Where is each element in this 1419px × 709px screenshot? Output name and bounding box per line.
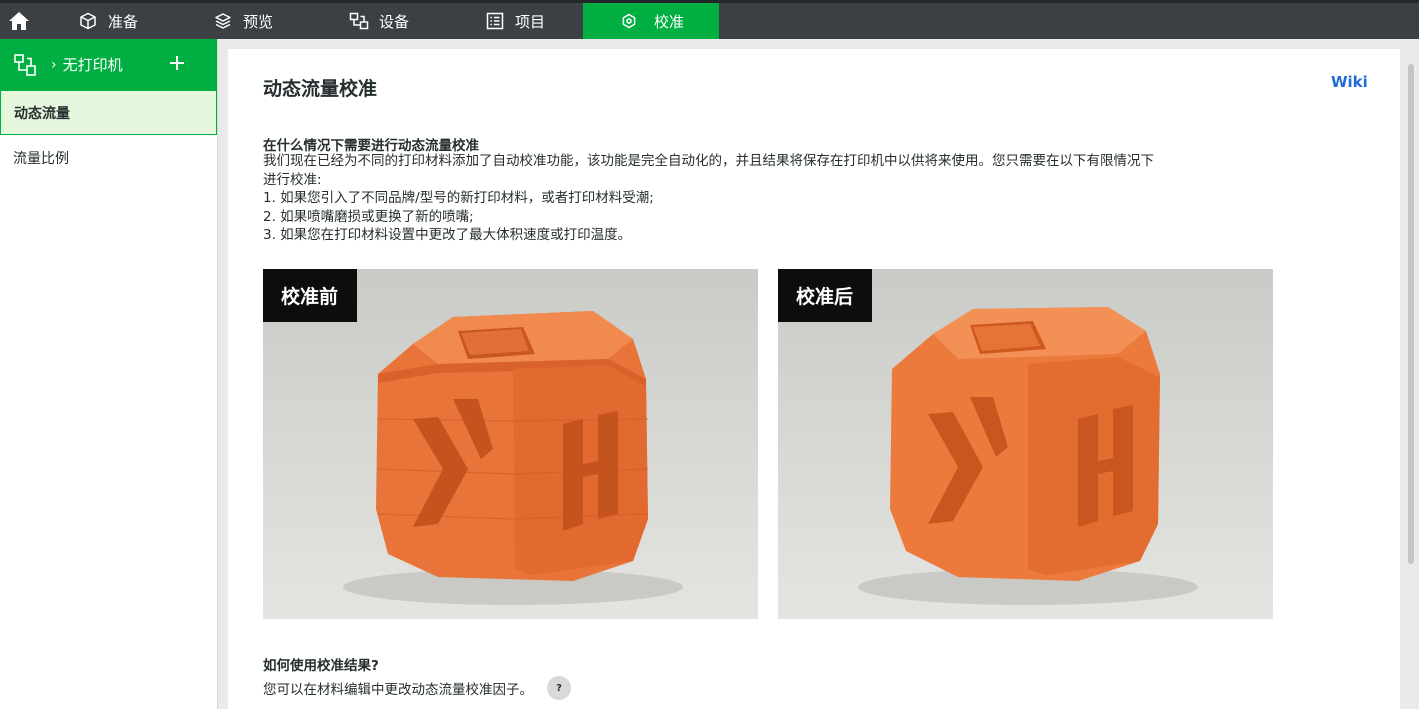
- printer-label: 无打印机: [62, 56, 123, 74]
- tab-device-label: 设备: [379, 12, 410, 31]
- description-line: 3. 如果您在打印材料设置中更改了最大体积速度或打印温度。: [263, 227, 632, 243]
- tab-project[interactable]: 项目: [484, 3, 545, 39]
- scrollbar[interactable]: [1406, 39, 1419, 709]
- page-title: 动态流量校准: [263, 78, 378, 100]
- scrollbar-thumb[interactable]: [1408, 64, 1414, 564]
- photo-after-calibration: 校准后: [778, 269, 1273, 619]
- tab-prepare[interactable]: 准备: [77, 3, 138, 39]
- photo-before-label: 校准前: [263, 269, 358, 322]
- project-icon: [484, 10, 506, 32]
- sidebar-item-flow-ratio[interactable]: 流量比例: [0, 135, 217, 180]
- tab-preview-label: 预览: [243, 12, 274, 31]
- when-description: 我们现在已经为不同的打印材料添加了自动校准功能，该功能是完全自动化的，并且结果将…: [263, 152, 1263, 245]
- add-printer-button[interactable]: [166, 52, 188, 74]
- home-button[interactable]: [0, 3, 38, 39]
- sidebar-item-label: 动态流量: [14, 105, 70, 122]
- main-content: 动态流量校准 Wiki 在什么情况下需要进行动态流量校准 我们现在已经为不同的打…: [228, 49, 1400, 709]
- tab-project-label: 项目: [515, 12, 546, 31]
- how-description: 您可以在材料编辑中更改动态流量校准因子。 ?: [263, 676, 571, 700]
- description-line: 1. 如果您引入了不同品牌/型号的新打印材料，或者打印材料受潮;: [263, 190, 654, 206]
- photo-after-label: 校准后: [778, 269, 873, 322]
- description-line: 进行校准:: [263, 171, 322, 188]
- chevron-right-icon: ›: [51, 56, 57, 73]
- tab-device[interactable]: 设备: [348, 3, 409, 39]
- tab-calibration-label: 校准: [653, 12, 684, 31]
- layers-icon: [212, 10, 234, 32]
- tab-preview[interactable]: 预览: [212, 3, 273, 39]
- photo-before-calibration: 校准前: [263, 269, 758, 619]
- device-icon: [348, 10, 370, 32]
- calibration-sidebar: › 无打印机 动态流量 流量比例: [0, 39, 218, 709]
- sidebar-item-label: 流量比例: [13, 150, 69, 167]
- when-heading: 在什么情况下需要进行动态流量校准: [263, 138, 479, 154]
- help-button[interactable]: ?: [547, 676, 571, 700]
- top-navigation-bar: 准备 预览 设备 项目 校准: [0, 0, 1419, 39]
- cube-icon: [77, 10, 99, 32]
- how-text: 您可以在材料编辑中更改动态流量校准因子。: [263, 682, 533, 698]
- tab-calibration[interactable]: 校准: [583, 3, 719, 39]
- description-line: 2. 如果喷嘴磨损或更换了新的喷嘴;: [263, 208, 474, 225]
- wiki-link[interactable]: Wiki: [1331, 73, 1368, 91]
- sidebar-item-dynamic-flow[interactable]: 动态流量: [0, 90, 217, 135]
- printer-connect-icon: [14, 53, 36, 76]
- tab-prepare-label: 准备: [108, 12, 139, 31]
- home-icon: [9, 12, 29, 30]
- plus-icon: [170, 56, 184, 70]
- printer-selector[interactable]: › 无打印机: [0, 39, 217, 90]
- how-heading: 如何使用校准结果?: [263, 658, 379, 674]
- description-line: 我们现在已经为不同的打印材料添加了自动校准功能，该功能是完全自动化的，并且结果将…: [263, 153, 1154, 169]
- calibration-icon: [618, 10, 640, 32]
